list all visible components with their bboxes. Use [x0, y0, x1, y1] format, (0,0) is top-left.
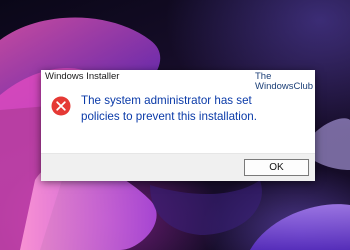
- watermark-logo: The WindowsClub: [255, 72, 315, 100]
- dialog-message: The system administrator has set policie…: [81, 94, 257, 123]
- desktop-wallpaper: Windows Installer The system administrat…: [0, 0, 350, 250]
- dialog-footer: OK: [41, 153, 315, 181]
- watermark-line-2: WindowsClub: [255, 81, 314, 92]
- error-icon: [51, 96, 71, 116]
- dialog-title: Windows Installer: [45, 71, 120, 82]
- ok-button[interactable]: OK: [244, 159, 309, 176]
